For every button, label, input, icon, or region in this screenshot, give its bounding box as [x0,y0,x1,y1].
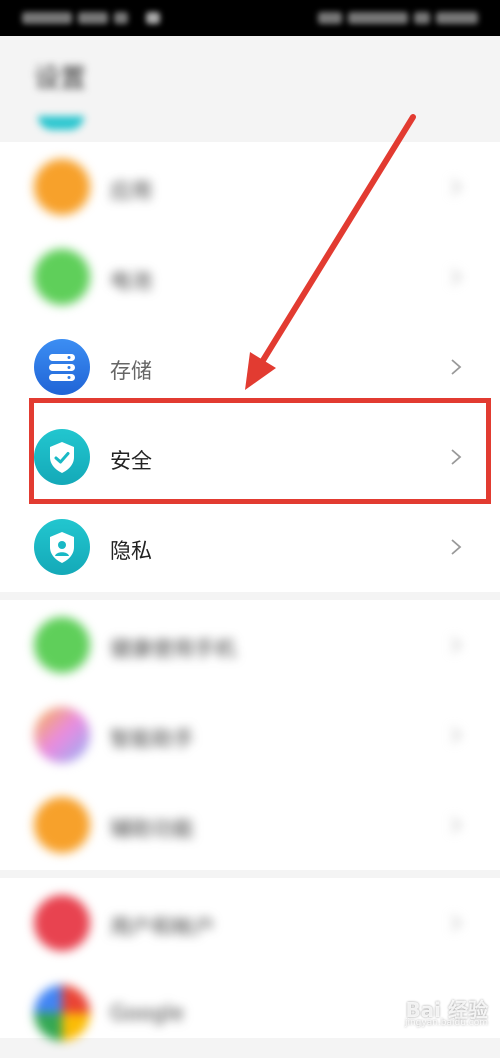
settings-item-accounts[interactable]: 用户和帐户 [0,878,500,968]
google-icon [34,985,90,1041]
chevron-right-icon [451,539,462,555]
chevron-right-icon [451,727,462,743]
settings-item-digital-balance[interactable]: 健康使用手机 [0,600,500,690]
chevron-right-icon [451,817,462,833]
watermark-url: jingyan.baidu.com [404,1018,488,1028]
chevron-right-icon [451,915,462,931]
storage-icon [34,339,90,395]
settings-item-label: 电池 [110,269,152,293]
partial-icon [38,116,84,130]
settings-item-label: 智能助手 [110,727,194,751]
settings-item-label: 健康使用手机 [110,637,236,661]
settings-item-apps[interactable]: 应用 [0,142,500,232]
hourglass-icon [34,617,90,673]
chevron-right-icon [451,359,462,375]
settings-item-label: 应用 [110,179,152,203]
highlight-box [29,398,491,504]
apps-icon [34,159,90,215]
settings-group-1: 应用 电池 存储 安全 隐私 [0,142,500,592]
settings-item-privacy[interactable]: 隐私 [0,502,500,592]
chevron-right-icon [451,269,462,285]
status-bar [0,0,500,36]
chevron-right-icon [451,179,462,195]
page-title: 设置 [34,64,87,94]
watermark: Bai 经验 jingyan.baidu.com [368,994,488,1028]
settings-item-label: Google [110,1001,185,1025]
hand-icon [34,797,90,853]
privacy-shield-icon [34,519,90,575]
settings-item-assistant[interactable]: 智能助手 [0,690,500,780]
status-bar-indicators [318,10,478,26]
settings-item-label: 存储 [110,359,152,383]
battery-icon [34,249,90,305]
settings-item-label: 辅助功能 [110,817,194,841]
assistant-icon [34,707,90,763]
settings-group-2: 健康使用手机 智能助手 辅助功能 [0,600,500,870]
user-icon [34,895,90,951]
chevron-right-icon [451,637,462,653]
settings-item-accessibility[interactable]: 辅助功能 [0,780,500,870]
settings-item-label: 用户和帐户 [110,915,215,939]
settings-item-label: 隐私 [110,539,152,563]
status-bar-carrier [22,10,162,26]
settings-item-battery[interactable]: 电池 [0,232,500,322]
